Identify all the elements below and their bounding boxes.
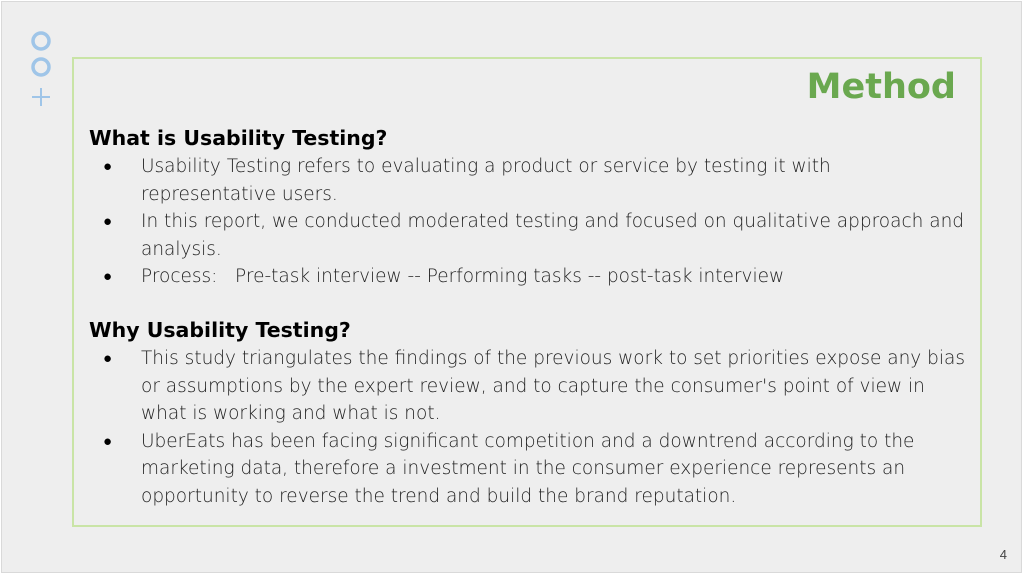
list-item-text: In this report, we conducted moderated t… xyxy=(141,211,965,260)
section-what-is-usability-testing: What is Usability Testing? ● Usability Te… xyxy=(89,125,969,291)
bullet-list: ● This study triangulates the findings of… xyxy=(89,345,969,510)
bullet-icon: ● xyxy=(103,157,113,175)
slide-page-number: 4 xyxy=(999,547,1007,562)
bullet-icon: ● xyxy=(103,212,113,230)
list-item-text: Process: Pre-task interview -- Performin… xyxy=(141,266,785,287)
circle-icon xyxy=(31,57,51,77)
list-item-text: This study triangulates the findings of … xyxy=(141,348,965,424)
bullet-icon: ● xyxy=(103,267,113,285)
decorative-circles-plus-icon xyxy=(31,31,51,106)
list-item: ● This study triangulates the findings of… xyxy=(89,345,969,428)
bullet-icon: ● xyxy=(103,431,113,450)
section-heading: What is Usability Testing? xyxy=(89,126,388,150)
list-item-text: Usability Testing refers to evaluating a… xyxy=(141,156,831,205)
slide-title: Method xyxy=(806,67,956,107)
list-item-text: UberEats has been facing significant com… xyxy=(141,430,915,507)
list-item: ● Usability Testing refers to evaluating … xyxy=(89,153,969,208)
bullet-list: ● Usability Testing refers to evaluating … xyxy=(89,153,969,291)
section-why-usability-testing: Why Usability Testing? ● This study trian… xyxy=(89,317,969,510)
section-heading: Why Usability Testing? xyxy=(89,318,351,342)
list-item: ● Process: Pre-task interview -- Performi… xyxy=(89,263,969,291)
list-item: ● UberEats has been facing significant co… xyxy=(89,428,969,511)
list-item: ● In this report, we conducted moderated … xyxy=(89,208,969,263)
content-box: Method What is Usability Testing? ● Usabi… xyxy=(72,57,982,527)
circle-icon xyxy=(31,31,51,51)
bullet-icon: ● xyxy=(103,349,113,367)
slide: Method What is Usability Testing? ● Usabi… xyxy=(1,1,1022,573)
